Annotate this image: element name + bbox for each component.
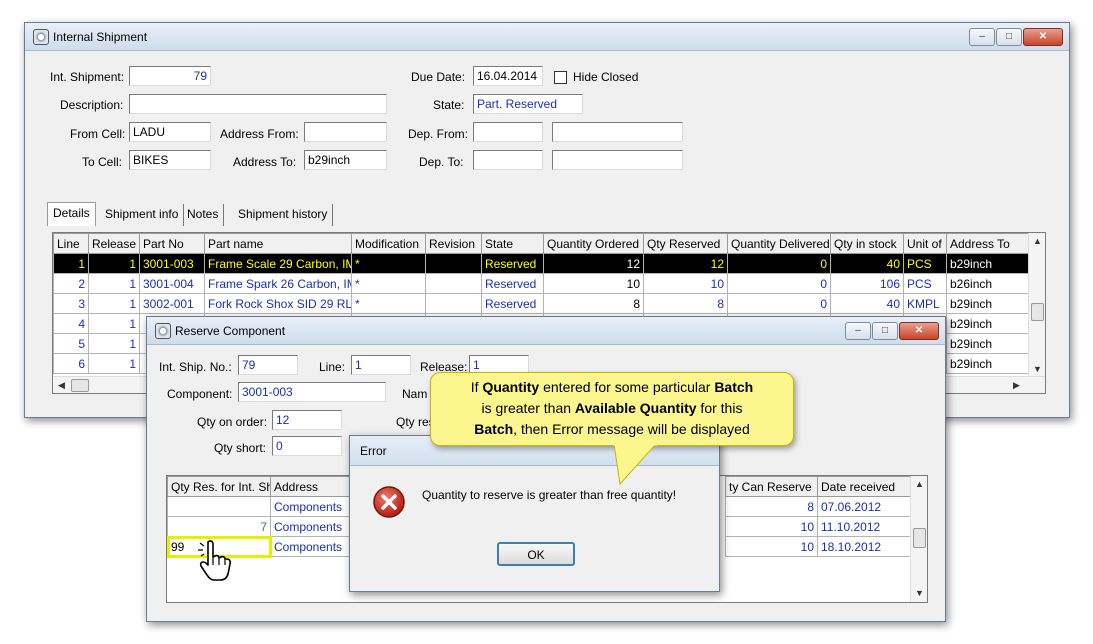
close-button[interactable]: ✕ [1023,28,1063,46]
table-row[interactable]: 1 1 3001-003 Frame Scale 29 Carbon, IMI … [53,253,1030,274]
address-to-input[interactable]: b29inch [304,150,387,170]
due-date-label: Due Date: [411,70,466,84]
name-label: Nam [402,387,428,401]
col-header-part-no[interactable]: Part No [139,233,205,254]
scroll-thumb[interactable] [913,528,926,548]
col-header-part-name[interactable]: Part name [204,233,352,254]
grid-header-row: Line Release Part No Part name Modificat… [53,233,1030,254]
col-header-line[interactable]: Line [53,233,89,254]
qty-short-input[interactable]: 0 [272,436,342,456]
table-row[interactable]: 7 Components [167,516,353,537]
col-header-unit[interactable]: Unit of [903,233,947,254]
qty-res-label: Qty res [396,415,435,429]
col-header-qty-reserved[interactable]: Qty Reserved [643,233,728,254]
batch-grid-scrollbar[interactable]: ▲ ▼ [910,476,927,602]
int-ship-no-input[interactable]: 79 [238,355,298,375]
col-header-qty-res[interactable]: Qty Res. for Int. Sh [167,476,271,497]
tab-shipment-history[interactable]: Shipment history [233,204,334,226]
error-x-icon [373,486,405,518]
ok-button[interactable]: OK [497,542,575,566]
scroll-down-icon[interactable]: ▼ [911,585,927,602]
hide-closed-checkbox[interactable] [554,71,567,84]
hide-closed-label: Hide Closed [573,70,639,84]
scroll-thumb[interactable] [1031,303,1044,321]
int-shipment-input[interactable]: 79 [129,66,211,86]
description-label: Description: [60,98,124,112]
col-header-quantity-ordered[interactable]: Quantity Ordered [543,233,644,254]
line-input[interactable]: 1 [351,355,411,375]
description-input[interactable] [129,94,387,114]
callout-pointer [613,444,657,486]
line-label: Line: [319,360,346,374]
dep-from-code-input[interactable] [473,122,543,142]
error-dialog: Error Quantity to reserve is greater tha… [349,435,720,592]
state-input[interactable]: Part. Reserved [473,94,583,114]
address-from-input[interactable] [304,122,387,142]
app-icon [33,29,49,45]
col-header-modification[interactable]: Modification [351,233,426,254]
table-row[interactable]: 10 11.10.2012 [725,516,911,537]
table-row[interactable]: 8 07.06.2012 [725,496,911,517]
window-title: Internal Shipment [53,30,148,44]
col-header-revision[interactable]: Revision [425,233,482,254]
error-title: Error [360,444,387,458]
table-row[interactable]: Components [167,496,353,517]
reserve-window-title: Reserve Component [175,324,286,338]
minimize-button[interactable]: – [969,28,995,46]
col-header-can-reserve[interactable]: ty Can Reserve [725,476,818,497]
col-header-address-to[interactable]: Address To [946,233,1030,254]
col-header-qty-in-stock[interactable]: Qty in stock [830,233,904,254]
col-header-quantity-delivered[interactable]: Quantity Delivered [727,233,831,254]
qty-on-order-label: Qty on order: [197,415,268,429]
dep-to-name-input[interactable] [552,150,683,170]
col-header-release[interactable]: Release [88,233,140,254]
tab-shipment-info[interactable]: Shipment info [100,204,185,226]
address-to-label: Address To: [233,155,297,169]
from-cell-label: From Cell: [70,127,126,141]
close-button[interactable]: ✕ [899,322,939,340]
app-icon [155,323,171,339]
col-header-state[interactable]: State [481,233,544,254]
due-date-input[interactable]: 16.04.2014 [473,66,543,86]
address-from-label: Address From: [220,127,299,141]
qty-short-label: Qty short: [214,441,267,455]
tooltip-callout: If Quantity entered for some particular … [430,372,794,446]
grid-vertical-scrollbar[interactable]: ▲ ▼ [1028,233,1045,378]
to-cell-label: To Cell: [82,155,123,169]
scroll-right-icon[interactable]: ▶ [1008,377,1025,393]
minimize-button[interactable]: – [845,322,871,340]
state-label: State: [433,98,465,112]
table-row[interactable]: 3 1 3002-001 Fork Rock Shox SID 29 RL * … [53,293,1030,314]
col-header-date-received[interactable]: Date received [817,476,911,497]
tab-notes[interactable]: Notes [182,204,225,226]
dep-to-label: Dep. To: [419,155,464,169]
table-row[interactable]: 10 18.10.2012 [725,536,911,557]
scroll-left-icon[interactable]: ◀ [53,377,70,393]
component-input[interactable]: 3001-003 [238,382,386,402]
hand-cursor-icon [198,540,232,581]
scroll-up-icon[interactable]: ▲ [1029,233,1045,250]
qty-on-order-input[interactable]: 12 [272,410,342,430]
int-ship-no-label: Int. Ship. No.: [159,360,232,374]
h-scroll-thumb[interactable] [71,379,89,392]
reserve-title-bar[interactable]: Reserve Component – □ ✕ [147,317,945,345]
error-message: Quantity to reserve is greater than free… [422,488,677,502]
col-header-address[interactable]: Address [270,476,353,497]
from-cell-input[interactable]: LADU [129,122,211,142]
component-label: Component: [167,387,233,401]
title-bar[interactable]: Internal Shipment – □ ✕ [25,23,1069,51]
to-cell-input[interactable]: BIKES [129,150,211,170]
maximize-button[interactable]: □ [872,322,898,340]
tab-details[interactable]: Details [47,202,96,226]
dep-from-name-input[interactable] [552,122,683,142]
dep-from-label: Dep. From: [408,127,469,141]
dep-to-code-input[interactable] [473,150,543,170]
maximize-button[interactable]: □ [996,28,1022,46]
table-row[interactable]: 2 1 3001-004 Frame Spark 26 Carbon, IM *… [53,273,1030,294]
int-shipment-label: Int. Shipment: [50,70,125,84]
scroll-up-icon[interactable]: ▲ [911,476,927,493]
